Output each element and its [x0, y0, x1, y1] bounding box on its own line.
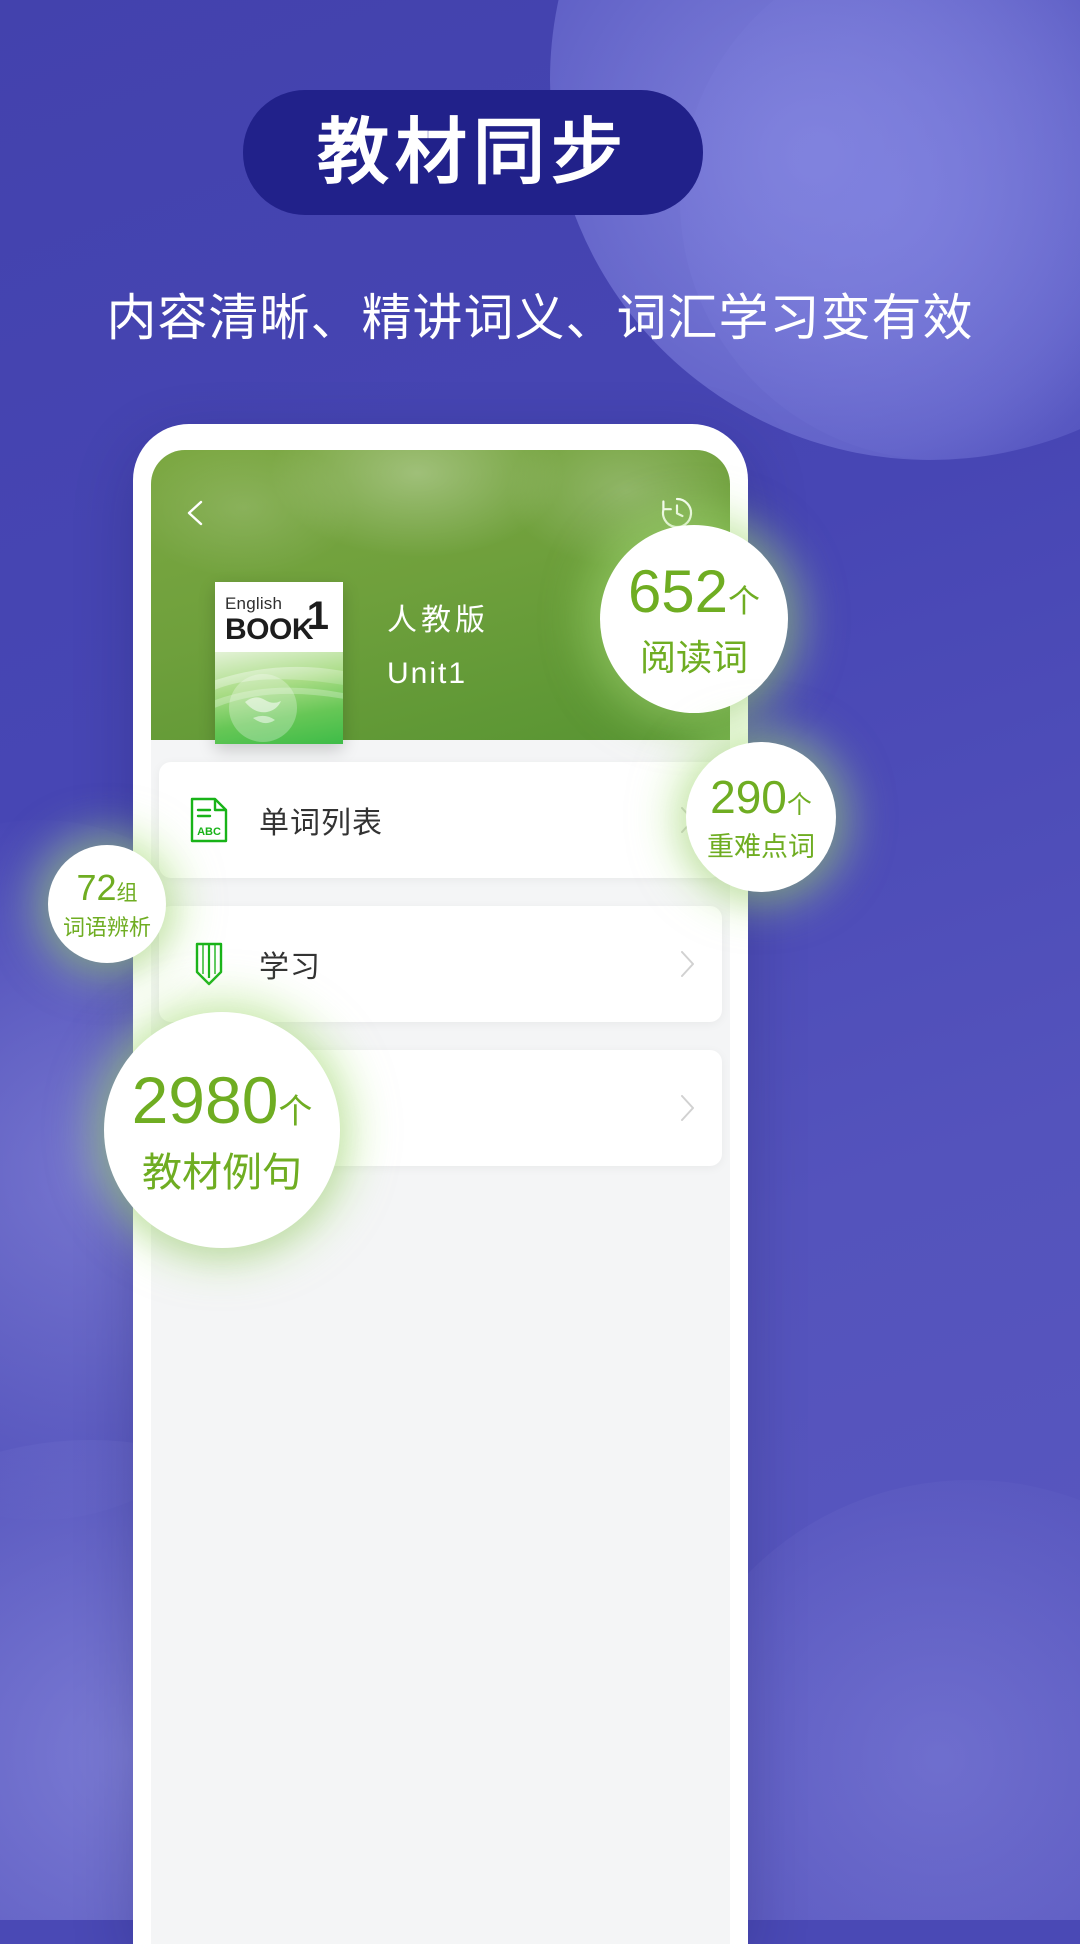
stat-unit: 个: [278, 1093, 313, 1131]
stat-caption: 阅读词: [639, 637, 748, 678]
stat-bubble-difficult-words: 290 个 重难点词: [686, 742, 836, 892]
book-cover-image: English BOOK 1: [215, 582, 343, 744]
stat-caption: 教材例句: [142, 1151, 302, 1195]
chevron-left-icon[interactable]: [181, 498, 211, 528]
menu-item-label: 单词列表: [259, 807, 383, 840]
menu-item-word-list[interactable]: ABC 单词列表: [159, 762, 722, 878]
stat-number: 652: [627, 558, 729, 625]
book-pencil-icon: [195, 942, 223, 986]
hero-unit: Unit1: [387, 657, 468, 690]
page-subtitle: 内容清晰、精讲词义、词汇学习变有效: [106, 290, 974, 346]
book-cover-globe-graphic: [215, 652, 343, 744]
hero-publisher: 人教版: [387, 604, 489, 637]
svg-text:ABC: ABC: [197, 826, 221, 838]
stat-number-row: 290 个: [710, 774, 812, 820]
stat-number-row: 652 个: [628, 562, 760, 622]
stat-unit: 组: [116, 881, 138, 905]
chevron-right-icon: [681, 951, 694, 977]
stat-number: 290: [710, 770, 787, 823]
book-cover-number: 1: [306, 594, 329, 638]
menu-item-study[interactable]: 学习: [159, 906, 722, 1022]
chevron-right-icon: [681, 1095, 694, 1121]
stat-number-row: 2980 个: [132, 1067, 313, 1133]
stat-unit: 个: [786, 790, 812, 819]
book-cover-title-block: English BOOK 1: [215, 582, 343, 656]
menu-item-label: 学习: [259, 951, 321, 984]
stat-number: 72: [76, 866, 117, 908]
hero-text-block: 人教版 Unit1: [387, 598, 489, 696]
stat-number-row: 72 组: [76, 866, 138, 908]
stat-unit: 个: [728, 583, 761, 619]
stat-caption: 词语辨析: [62, 914, 151, 940]
page-title: 教材同步: [316, 112, 629, 193]
page-title-pill: 教材同步: [243, 90, 703, 215]
stat-bubble-textbook-sentences: 2980 个 教材例句: [104, 1012, 340, 1248]
stat-bubble-word-discrimination: 72 组 词语辨析: [48, 845, 166, 963]
word-list-document-icon: ABC: [190, 797, 228, 843]
stat-number: 2980: [131, 1063, 279, 1137]
stat-caption: 重难点词: [707, 831, 815, 862]
stat-bubble-reading-words: 652 个 阅读词: [600, 525, 788, 713]
